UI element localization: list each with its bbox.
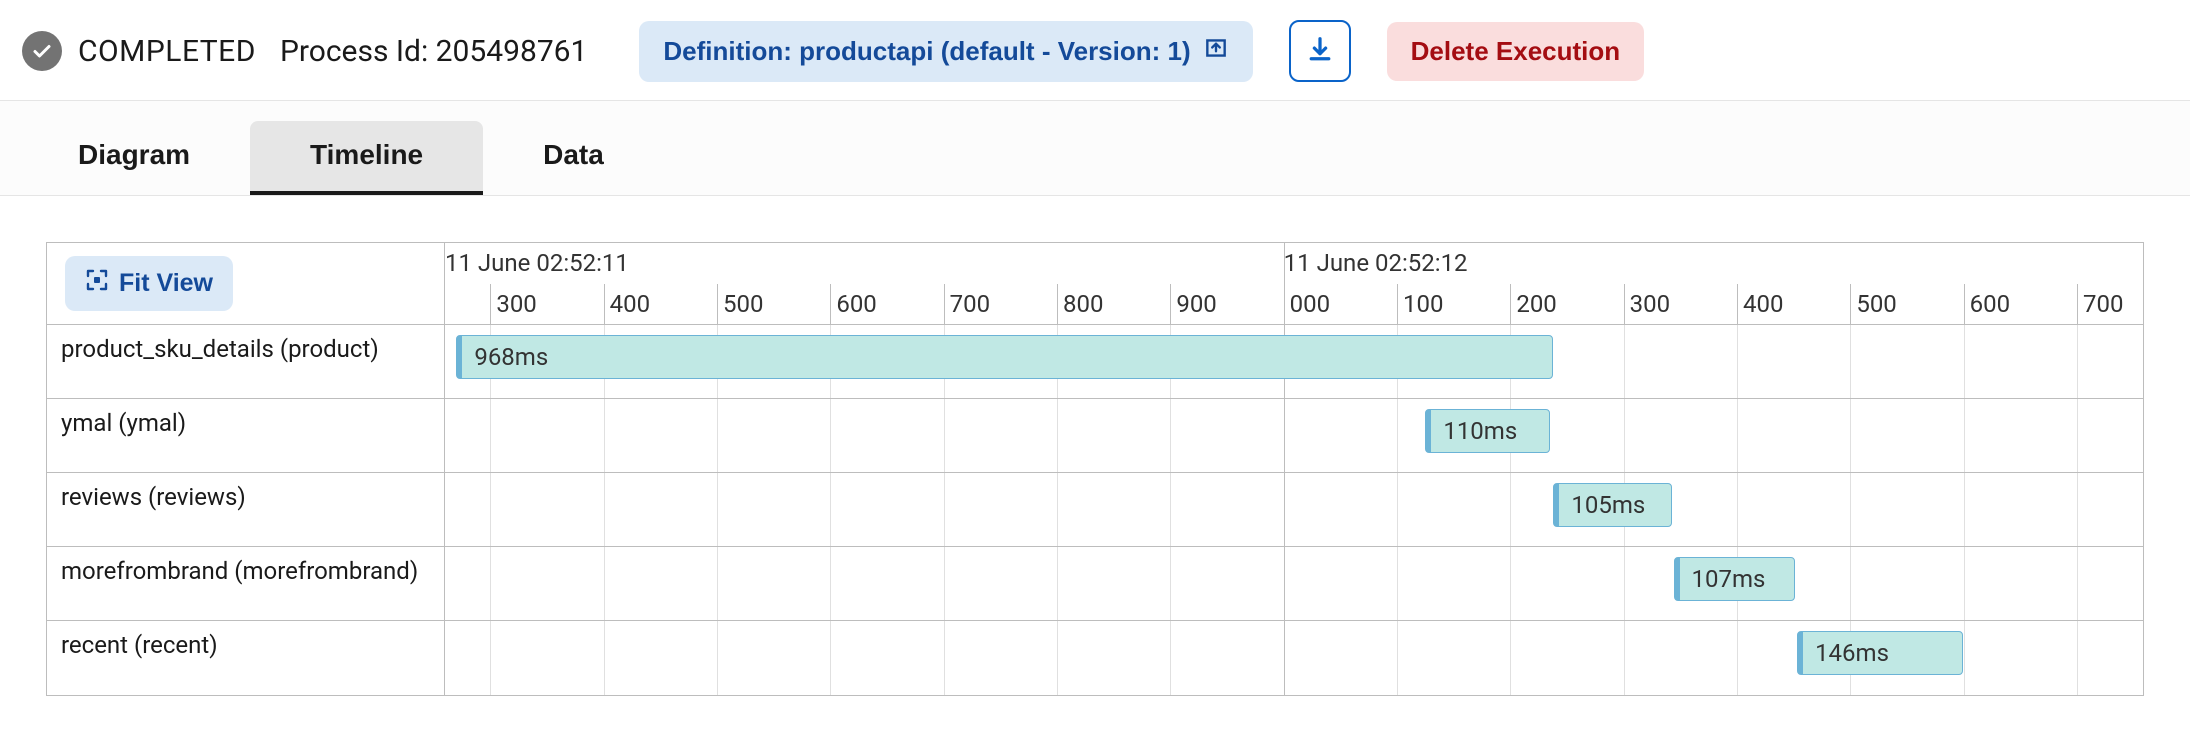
time-group-label: 11 June 02:52:12 [1284, 249, 1468, 277]
row-label: morefrombrand (morefrombrand) [47, 547, 444, 621]
timeline-grid[interactable]: 11 June 02:52:11 11 June 02:52:12 300 400 50… [445, 243, 2143, 695]
timeline-bar[interactable]: 968ms [456, 335, 1553, 379]
tabs-container: DiagramTimelineData [0, 100, 2190, 196]
delete-execution-button[interactable]: Delete Execution [1387, 22, 1645, 81]
fit-view-cell: Fit View [47, 243, 444, 325]
tick-label: 400 [610, 290, 650, 318]
fit-view-label: Fit View [119, 269, 213, 298]
tab-timeline[interactable]: Timeline [250, 121, 483, 195]
timeline-bar[interactable]: 107ms [1674, 557, 1795, 601]
delete-execution-label: Delete Execution [1411, 36, 1621, 67]
tick-label: 700 [2083, 290, 2123, 318]
timeline-bar[interactable]: 146ms [1797, 631, 1962, 675]
row-label: product_sku_details (product) [47, 325, 444, 399]
grid-header: 11 June 02:52:11 11 June 02:52:12 300 400 50… [445, 243, 2143, 325]
timeline-row: 107ms [445, 547, 2143, 621]
content-area: Fit View product_sku_details (product)ym… [0, 196, 2190, 742]
process-id-label: Process Id: 205498761 [280, 34, 587, 69]
status-label: COMPLETED [78, 34, 256, 69]
row-labels-column: Fit View product_sku_details (product)ym… [47, 243, 445, 695]
timeline-table: Fit View product_sku_details (product)ym… [46, 242, 2144, 696]
row-label: ymal (ymal) [47, 399, 444, 473]
fit-view-button[interactable]: Fit View [65, 256, 233, 311]
tick-label: 000 [1290, 290, 1330, 318]
grid-body: 968ms 110ms105ms107ms146ms [445, 325, 2143, 695]
timeline-row: 146ms [445, 621, 2143, 695]
tick-label: 100 [1403, 290, 1443, 318]
timeline-bar[interactable]: 110ms [1425, 409, 1550, 453]
tick-label: 800 [1063, 290, 1103, 318]
download-icon [1305, 35, 1335, 68]
time-group-label: 11 June 02:52:11 [445, 249, 629, 277]
timeline-bar[interactable]: 105ms [1553, 483, 1672, 527]
tick-label: 500 [723, 290, 763, 318]
tick-label: 300 [496, 290, 536, 318]
row-label: recent (recent) [47, 621, 444, 695]
timeline-row: 105ms [445, 473, 2143, 547]
definition-button-label: Definition: productapi (default - Versio… [663, 36, 1190, 67]
open-external-icon [1203, 35, 1229, 68]
tick-label: 600 [1970, 290, 2010, 318]
tick-label: 300 [1630, 290, 1670, 318]
definition-button[interactable]: Definition: productapi (default - Versio… [639, 21, 1252, 82]
tick-label: 200 [1516, 290, 1556, 318]
download-button[interactable] [1289, 20, 1351, 82]
tab-diagram[interactable]: Diagram [18, 121, 250, 195]
tick-label: 700 [950, 290, 990, 318]
tab-data[interactable]: Data [483, 121, 664, 195]
row-label: reviews (reviews) [47, 473, 444, 547]
tick-label: 400 [1743, 290, 1783, 318]
timeline-row: 968ms [445, 325, 2143, 399]
fit-view-icon [85, 268, 109, 299]
timeline-row: 110ms [445, 399, 2143, 473]
header-bar: COMPLETED Process Id: 205498761 Definiti… [0, 0, 2190, 100]
tick-label: 900 [1176, 290, 1216, 318]
tick-label: 500 [1856, 290, 1896, 318]
tick-label: 600 [836, 290, 876, 318]
status-check-icon [22, 31, 62, 71]
